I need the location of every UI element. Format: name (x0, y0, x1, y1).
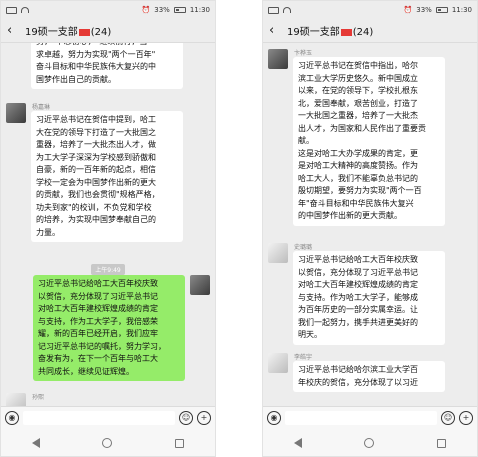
back-arrow-icon[interactable]: ‹ (7, 23, 19, 38)
voice-icon[interactable]: ◉ (5, 410, 19, 425)
message-bubble[interactable]: 习近平总书记给哈尔滨工业大学百 年校庆的贺信，充分体现了以习近 (293, 361, 445, 392)
battery-percentage: 33% (154, 6, 170, 14)
avatar[interactable] (268, 353, 288, 373)
message-bubble[interactable]: 努，"不忘初心，"继续前行，当 求卓越，努力为实现"两个一百年" 奋斗目标和中华… (31, 43, 183, 89)
battery-percentage: 33% (416, 6, 432, 14)
nav-recents-icon[interactable] (174, 438, 184, 448)
message-bubble[interactable]: 习近平总书记在贺信中提到，哈工 大在党的领导下打造了一大批国之 重器，培养了一大… (31, 111, 183, 242)
sender-name: 卞桦玉 (294, 50, 313, 57)
battery-icon (173, 7, 186, 13)
wifi-icon (283, 7, 291, 13)
left-phone-screen: ⏰ 33% 11:30 ‹ 19硕一支部(24) 努，"不忘初心，"继续前行，当… (0, 0, 216, 457)
voice-icon[interactable]: ◉ (267, 410, 281, 425)
message-bubble-self[interactable]: 习近平总书记给哈工大百年校庆致 以贺信，充分体现了习近平总书记 对哈工大百年建校… (33, 275, 185, 381)
android-nav-bar (263, 428, 477, 456)
avatar[interactable] (268, 49, 288, 69)
signal-icon (268, 6, 279, 14)
nav-recents-icon[interactable] (436, 438, 446, 448)
chat-input-bar: ◉ ☺ + (263, 406, 477, 428)
message-input[interactable] (285, 410, 437, 425)
signal-icon (6, 6, 17, 14)
alarm-icon: ⏰ (141, 6, 151, 14)
chat-message-list[interactable]: 卞桦玉 习近平总书记在贺信中指出，哈尔 滨工业大学历史悠久。新中国成立 以来，在… (263, 43, 477, 406)
clock: 11:30 (189, 6, 210, 14)
right-phone-screen: ⏰ 33% 11:30 ‹ 19硕一支部 (24) 卞桦玉 习近平总书记在贺信中指… (262, 0, 478, 457)
status-bar: ⏰ 33% 11:30 (1, 1, 215, 19)
clock: 11:30 (451, 6, 472, 14)
message-bubble[interactable]: 习近平总书记在贺信中指出，哈尔 滨工业大学历史悠久。新中国成立 以来，在党的领导… (293, 57, 445, 226)
time-divider: 上午9:49 (1, 257, 215, 276)
chat-title: 19硕一支部 (24) (25, 27, 112, 38)
flag-icon (340, 28, 352, 36)
battery-icon (435, 7, 448, 13)
avatar[interactable] (6, 393, 26, 406)
chat-message-list[interactable]: 努，"不忘初心，"继续前行，当 求卓越，努力为实现"两个一百年" 奋斗目标和中华… (1, 43, 215, 406)
plus-icon[interactable]: + (459, 410, 473, 425)
message-bubble[interactable]: 习近平总书记给哈工大百年校庆致 以贺信，充分体现了习近平总书记 对哈工大百年建校… (293, 251, 445, 345)
avatar[interactable] (190, 275, 210, 295)
nav-home-icon[interactable] (364, 438, 375, 448)
avatar[interactable] (6, 103, 26, 123)
back-arrow-icon[interactable]: ‹ (269, 23, 281, 38)
chat-title-bar: ‹ 19硕一支部 (24) (1, 19, 215, 43)
flag-icon (78, 28, 90, 36)
message-input[interactable] (23, 410, 175, 425)
status-bar: ⏰ 33% 11:30 (263, 1, 477, 19)
nav-back-icon[interactable] (294, 438, 303, 448)
nav-back-icon[interactable] (32, 438, 41, 448)
chat-title-bar: ‹ 19硕一支部 (24) (263, 19, 477, 43)
wifi-icon (21, 7, 29, 13)
chat-title: 19硕一支部 (24) (287, 27, 374, 38)
emoji-icon[interactable]: ☺ (441, 410, 455, 425)
sender-name: 孙熙 (32, 394, 45, 401)
sender-name: 杨嘉琳 (32, 104, 51, 111)
sender-name: 史璐璐 (294, 244, 313, 251)
alarm-icon: ⏰ (403, 6, 413, 14)
nav-home-icon[interactable] (102, 438, 113, 448)
emoji-icon[interactable]: ☺ (179, 410, 193, 425)
chat-input-bar: ◉ ☺ + (1, 406, 215, 428)
plus-icon[interactable]: + (197, 410, 211, 425)
sender-name: 李皓宇 (294, 354, 313, 361)
android-nav-bar (1, 428, 215, 456)
avatar[interactable] (268, 243, 288, 263)
